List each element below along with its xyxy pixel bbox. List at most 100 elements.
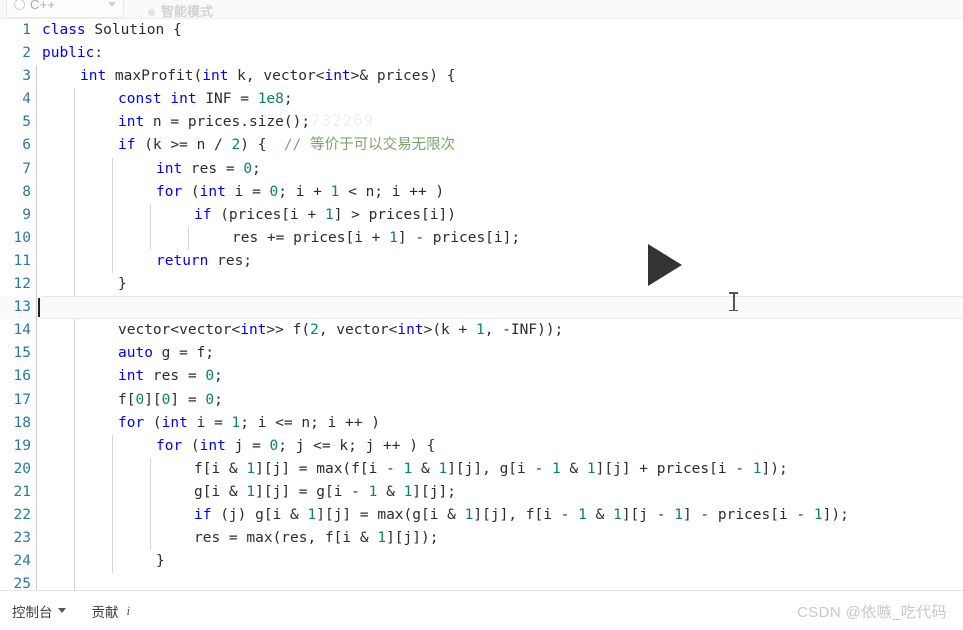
code-line[interactable]: 17 f[0][0] = 0;	[0, 388, 963, 412]
indent-guide	[150, 226, 151, 250]
code-line[interactable]: 18 for (int i = 1; i <= n; i ++ )	[0, 411, 963, 435]
code-line-content[interactable]	[36, 573, 963, 590]
chevron-down-icon[interactable]	[108, 1, 116, 7]
code-line-content[interactable]: const int INF = 1e8;	[36, 88, 963, 112]
code-line[interactable]: 2 public:	[0, 42, 963, 65]
smart-mode-toggle[interactable]: 智能模式	[148, 5, 213, 18]
indent-guide	[112, 203, 113, 227]
code-line[interactable]: 22 if (j) g[i & 1][j] = max(g[i & 1][j], …	[0, 503, 963, 528]
indent-guide	[112, 180, 113, 204]
play-triangle-icon[interactable]	[648, 244, 682, 286]
indent-guide	[112, 457, 113, 481]
code-line-content[interactable]: if (j) g[i & 1][j] = max(g[i & 1][j], f[…	[36, 503, 963, 528]
code-line-content[interactable]: for (int i = 0; i + 1 < n; i ++ )	[36, 180, 963, 204]
line-number: 5	[22, 114, 31, 131]
indent-guide	[112, 527, 113, 551]
contribute-button[interactable]: 贡献 i	[92, 601, 131, 621]
indent-guide	[74, 134, 75, 158]
code-tokens: const int INF = 1e8;	[118, 91, 293, 108]
indent-guide	[188, 226, 189, 250]
code-tokens: int n = prices.size();	[118, 114, 311, 131]
code-line-content[interactable]: return res;	[36, 249, 963, 274]
code-tokens: }	[156, 553, 165, 570]
code-line[interactable]: 23 res = max(res, f[i & 1][j]);	[0, 527, 963, 551]
code-line-content[interactable]: }	[36, 273, 963, 297]
contribute-label: 贡献	[91, 604, 119, 620]
code-line[interactable]: 3 int maxProfit(int k, vector<int>& price…	[0, 65, 963, 89]
code-line[interactable]: 7 int res = 0;	[0, 157, 963, 181]
code-line[interactable]: 19 for (int j = 0; j <= k; j ++ ) {	[0, 434, 963, 458]
code-line[interactable]: 1 class Solution {	[0, 19, 963, 42]
globe-icon	[14, 0, 25, 10]
code-line[interactable]: 10 res += prices[i + 1] - prices[i];	[0, 226, 963, 250]
code-line-content[interactable]: f[i & 1][j] = max(f[i - 1 & 1][j], g[i -…	[36, 457, 963, 481]
info-italic-icon[interactable]: i	[127, 603, 131, 619]
indent-guide	[112, 157, 113, 181]
indent-guide	[36, 203, 37, 227]
code-line[interactable]: 16 int res = 0;	[0, 365, 963, 389]
code-line[interactable]: 4 const int INF = 1e8;	[0, 88, 963, 112]
code-line-content[interactable]: g[i & 1][j] = g[i - 1 & 1][j];	[36, 480, 963, 504]
line-number: 20	[13, 460, 31, 477]
code-line-content[interactable]: if (prices[i + 1] > prices[i])	[36, 203, 963, 227]
indent-guide	[36, 573, 37, 590]
line-number: 22	[13, 506, 31, 523]
code-line[interactable]: 5 int n = prices.size();	[0, 111, 963, 135]
code-line[interactable]: 14 vector<vector<int>> f(2, vector<int>(k…	[0, 319, 963, 343]
console-button[interactable]: 控制台	[12, 601, 66, 621]
code-line-content[interactable]: }	[36, 550, 963, 574]
language-selector[interactable]: C++	[6, 0, 124, 18]
code-line-content[interactable]	[36, 296, 963, 320]
indent-guide	[36, 157, 37, 181]
code-tokens: }	[118, 276, 127, 293]
text-caret	[38, 298, 40, 318]
code-line[interactable]: 20 f[i & 1][j] = max(f[i - 1 & 1][j], g[i…	[0, 457, 963, 481]
code-line-content[interactable]: vector<vector<int>> f(2, vector<int>(k +…	[36, 319, 963, 343]
code-line-content[interactable]: int maxProfit(int k, vector<int>& prices…	[36, 65, 963, 89]
code-line[interactable]: 25	[0, 573, 963, 590]
code-line[interactable]: 6 if (k >= n / 2) { // 等价于可以交易无限次	[0, 134, 963, 158]
code-line-content[interactable]: int res = 0;	[36, 365, 963, 389]
code-editor[interactable]: 1732269 1 class Solution {2 public: 3 int ma…	[0, 19, 963, 590]
code-line[interactable]: 9 if (prices[i + 1] > prices[i])	[0, 203, 963, 227]
code-line[interactable]: 8 for (int i = 0; i + 1 < n; i ++ )	[0, 180, 963, 204]
indent-guide	[74, 226, 75, 250]
line-number: 16	[13, 368, 31, 385]
code-line-content[interactable]: for (int i = 1; i <= n; i ++ )	[36, 411, 963, 435]
code-line[interactable]: 21 g[i & 1][j] = g[i - 1 & 1][j];	[0, 480, 963, 504]
code-line[interactable]: 24}	[0, 550, 963, 574]
code-tokens: int maxProfit(int k, vector<int>& prices…	[80, 68, 456, 85]
code-line-content[interactable]: class Solution {	[36, 19, 963, 42]
code-tokens: class Solution {	[42, 22, 182, 38]
code-line-content[interactable]: auto g = f;	[36, 342, 963, 366]
code-lines-container[interactable]: 1 class Solution { 2 public: 3 int maxProfit(…	[0, 19, 963, 590]
code-line[interactable]: 13	[0, 296, 963, 320]
line-number: 6	[22, 137, 31, 154]
indent-guide	[112, 480, 113, 504]
code-line-content[interactable]: res += prices[i + 1] - prices[i];	[36, 226, 963, 250]
line-number: 2	[22, 45, 31, 62]
code-line-content[interactable]: res = max(res, f[i & 1][j]);	[36, 527, 963, 551]
line-number: 14	[13, 322, 31, 339]
indent-guide	[74, 503, 75, 528]
code-line[interactable]: 11 return res;	[0, 249, 963, 274]
line-number: 3	[22, 68, 31, 85]
line-number: 10	[13, 229, 31, 246]
indent-guide	[36, 296, 37, 320]
code-line-content[interactable]: int res = 0;	[36, 157, 963, 181]
code-line[interactable]: 15 auto g = f;	[0, 342, 963, 366]
indent-guide	[36, 503, 37, 528]
indent-guide	[36, 457, 37, 481]
code-line-content[interactable]: f[0][0] = 0;	[36, 388, 963, 412]
caret-down-icon[interactable]	[57, 608, 66, 613]
code-tokens: auto g = f;	[118, 345, 215, 362]
code-line-content[interactable]: if (k >= n / 2) { // 等价于可以交易无限次	[36, 134, 963, 158]
code-tokens: public:	[42, 45, 104, 62]
code-line-content[interactable]: public:	[36, 42, 963, 65]
code-line[interactable]: 12}	[0, 273, 963, 297]
line-number: 7	[22, 160, 31, 177]
indent-guide	[36, 434, 37, 458]
code-line-content[interactable]: for (int j = 0; j <= k; j ++ ) {	[36, 434, 963, 458]
line-number: 21	[13, 483, 31, 500]
code-line-content[interactable]: int n = prices.size();	[36, 111, 963, 135]
